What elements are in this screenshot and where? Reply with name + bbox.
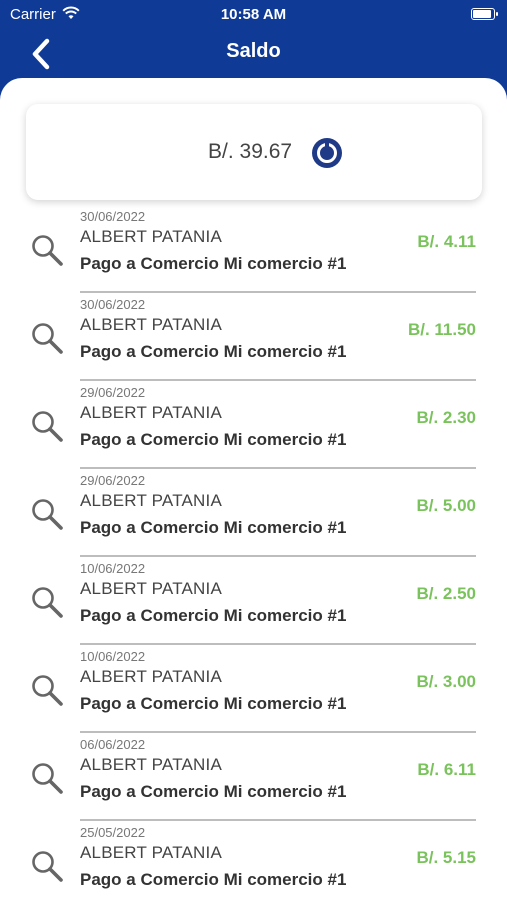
transaction-date: 10/06/2022	[80, 561, 146, 576]
transaction-row[interactable]: 29/06/2022 ALBERT PATANIA Pago a Comercio …	[0, 381, 507, 469]
transaction-name: ALBERT PATANIA	[80, 315, 222, 334]
transaction-name: ALBERT PATANIA	[80, 843, 222, 862]
balance-card: B/. 39.67	[26, 104, 482, 200]
navigation-bar: Saldo	[0, 30, 507, 78]
transaction-name: ALBERT PATANIA	[80, 667, 222, 686]
transaction-amount: B/. 6.11	[417, 760, 476, 779]
main-content: B/. 39.67 30/06/2022 ALBERT PATANIA Pago a…	[0, 78, 507, 900]
transaction-amount: B/. 3.00	[416, 672, 476, 691]
transaction-row[interactable]: 10/06/2022 ALBERT PATANIA Pago a Comercio …	[0, 557, 507, 645]
transaction-name: ALBERT PATANIA	[80, 403, 222, 422]
transaction-description: Pago a Comercio Mi comercio #1	[80, 782, 347, 801]
page-title: Saldo	[226, 40, 281, 62]
transaction-amount: B/. 4.11	[417, 232, 476, 251]
transaction-description: Pago a Comercio Mi comercio #1	[80, 870, 347, 889]
search-icon[interactable]	[30, 321, 64, 355]
transaction-date: 30/06/2022	[80, 297, 146, 312]
transaction-row[interactable]: 06/06/2022 ALBERT PATANIA Pago a Comercio …	[0, 733, 507, 821]
transaction-date: 29/06/2022	[80, 385, 146, 400]
refresh-icon[interactable]	[311, 137, 343, 169]
transaction-amount: B/. 5.00	[416, 496, 476, 515]
search-icon[interactable]	[30, 233, 64, 267]
transaction-description: Pago a Comercio Mi comercio #1	[80, 342, 347, 361]
transaction-date: 30/06/2022	[80, 209, 146, 224]
balance-amount: B/. 39.67	[208, 140, 293, 163]
transaction-amount: B/. 5.15	[416, 848, 476, 867]
transaction-amount: B/. 11.50	[407, 320, 476, 339]
status-bar: Carrier 10:58 AM	[0, 0, 507, 30]
transaction-date: 10/06/2022	[80, 649, 146, 664]
search-icon[interactable]	[30, 409, 64, 443]
transaction-row[interactable]: 30/06/2022 ALBERT PATANIA Pago a Comercio …	[0, 205, 507, 293]
transaction-amount: B/. 2.50	[416, 584, 476, 603]
transaction-description: Pago a Comercio Mi comercio #1	[80, 430, 347, 449]
transaction-date: 29/06/2022	[80, 473, 146, 488]
transaction-name: ALBERT PATANIA	[80, 579, 222, 598]
search-icon[interactable]	[30, 761, 64, 795]
transaction-row[interactable]: 30/06/2022 ALBERT PATANIA Pago a Comercio …	[0, 293, 507, 381]
transaction-name: ALBERT PATANIA	[80, 755, 222, 774]
transaction-amount: B/. 2.30	[416, 408, 476, 427]
transaction-date: 06/06/2022	[80, 737, 146, 752]
transaction-row[interactable]: 10/06/2022 ALBERT PATANIA Pago a Comercio …	[0, 645, 507, 733]
battery-icon	[471, 8, 498, 20]
transaction-list: 30/06/2022 ALBERT PATANIA Pago a Comercio …	[0, 205, 507, 900]
transaction-description: Pago a Comercio Mi comercio #1	[80, 518, 347, 537]
transaction-description: Pago a Comercio Mi comercio #1	[80, 606, 347, 625]
search-icon[interactable]	[30, 585, 64, 619]
transaction-date: 25/05/2022	[80, 825, 146, 840]
search-icon[interactable]	[30, 673, 64, 707]
transaction-name: ALBERT PATANIA	[80, 227, 222, 246]
transaction-name: ALBERT PATANIA	[80, 491, 222, 510]
transaction-description: Pago a Comercio Mi comercio #1	[80, 694, 347, 713]
search-icon[interactable]	[30, 497, 64, 531]
clock: 10:58 AM	[220, 6, 287, 23]
search-icon[interactable]	[30, 849, 64, 883]
transaction-description: Pago a Comercio Mi comercio #1	[80, 254, 347, 273]
transaction-row[interactable]: 29/06/2022 ALBERT PATANIA Pago a Comercio …	[0, 469, 507, 557]
transaction-row[interactable]: 25/05/2022 ALBERT PATANIA Pago a Comercio …	[0, 821, 507, 900]
